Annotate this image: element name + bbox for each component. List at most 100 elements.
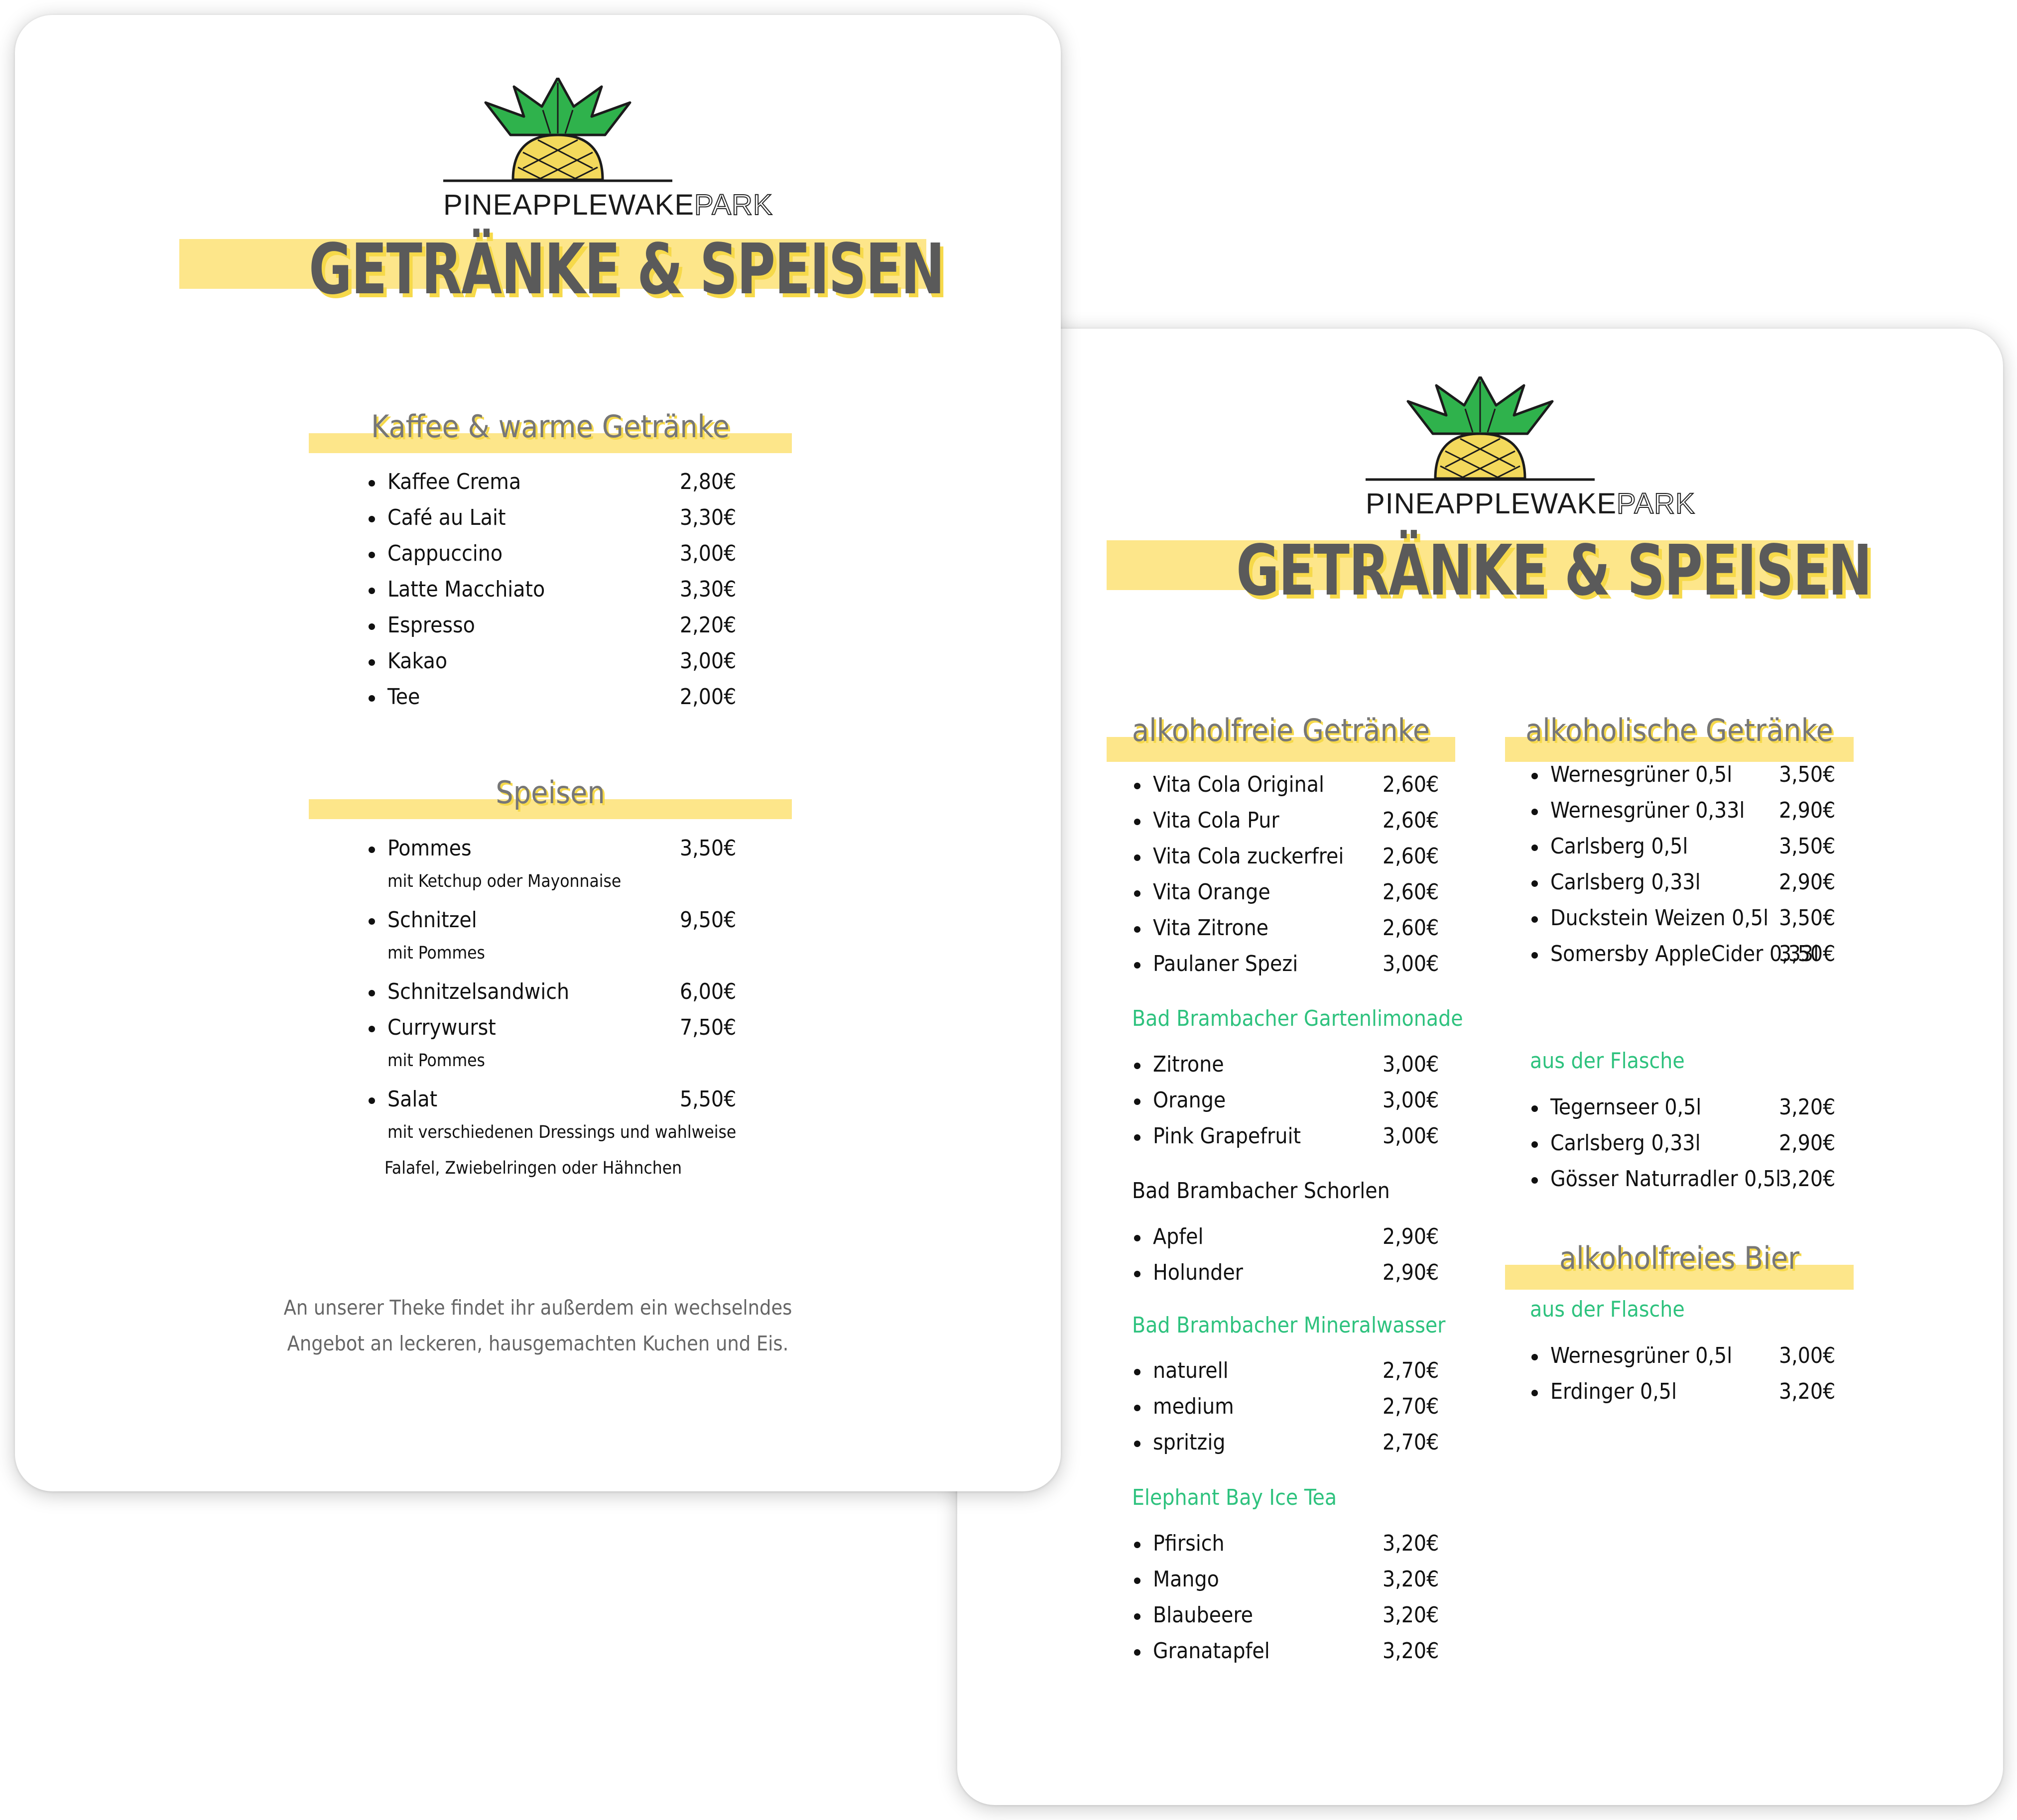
menu-item-name: medium — [1153, 1394, 1234, 1419]
bullet-icon — [1134, 890, 1140, 897]
menu-item-price: 2,70€ — [1383, 1394, 1439, 1419]
menu-item-price: 3,20€ — [1779, 1379, 1836, 1404]
menu-item-price: 3,00€ — [1383, 1052, 1439, 1077]
menu-item-price: 5,50€ — [680, 1087, 737, 1112]
bullet-icon — [1134, 1577, 1140, 1584]
bullet-icon — [1134, 1613, 1140, 1620]
menu-item-price: 7,50€ — [680, 1015, 737, 1040]
menu-item-price: 2,70€ — [1383, 1358, 1439, 1383]
menu-item-price: 3,00€ — [1383, 1123, 1439, 1149]
menu-item-price: 3,00€ — [1779, 1343, 1836, 1368]
menu-item-name: Duckstein Weizen 0,5l — [1550, 905, 1769, 931]
menu-item-name: Vita Orange — [1153, 879, 1270, 905]
menu-item-price: 3,50€ — [1779, 941, 1836, 967]
menu-item-name: Wernesgrüner 0,33l — [1550, 798, 1745, 823]
bullet-icon — [369, 990, 375, 996]
section-title: alkoholfreie Getränke — [1132, 712, 1430, 748]
bullet-icon — [1134, 1271, 1140, 1277]
bullet-icon — [1134, 1542, 1140, 1548]
menu-item-name: Paulaner Spezi — [1153, 951, 1298, 976]
subsection-title: Bad Brambacher Schorlen — [1132, 1178, 1390, 1204]
bullet-icon — [369, 659, 375, 666]
menu-item-price: 3,20€ — [1383, 1567, 1439, 1592]
menu-item-price: 2,20€ — [680, 612, 737, 638]
menu-item-note: mit Ketchup oder Mayonnaise — [387, 871, 622, 891]
menu-item-price: 2,60€ — [1383, 844, 1439, 869]
bullet-icon — [369, 552, 375, 558]
bullet-icon — [1134, 854, 1140, 861]
bullet-icon — [1531, 845, 1538, 851]
menu-item-name: Kakao — [387, 648, 448, 674]
menu-item-price: 2,90€ — [1779, 1130, 1836, 1156]
menu-item-price: 3,00€ — [680, 648, 737, 674]
footer-line: An unserer Theke findet ihr außerdem ein… — [283, 1296, 792, 1320]
bullet-icon — [1134, 1134, 1140, 1141]
bullet-icon — [1134, 1098, 1140, 1105]
section-title: Kaffee & warme Getränke — [371, 408, 730, 445]
logo: PINEAPPLEWAKEPARK — [443, 78, 773, 222]
menu-item-price: 2,70€ — [1383, 1430, 1439, 1455]
menu-item-name: Pommes — [387, 836, 472, 861]
pineapple-icon — [443, 78, 672, 185]
menu-item-price: 2,90€ — [1779, 869, 1836, 895]
menu-item-name: Erdinger 0,5l — [1550, 1379, 1677, 1404]
bullet-icon — [1531, 1390, 1538, 1396]
menu-item-price: 2,90€ — [1779, 798, 1836, 823]
menu-item-name: Tegernseer 0,5l — [1550, 1094, 1702, 1120]
subsection-title: aus der Flasche — [1530, 1297, 1685, 1322]
menu-item-name: Schnitzel — [387, 907, 477, 933]
subsection-title: aus der Flasche — [1530, 1048, 1685, 1074]
menu-item-name: naturell — [1153, 1358, 1229, 1383]
menu-item-note: Falafel, Zwiebelringen oder Hähnchen — [384, 1158, 682, 1178]
bullet-icon — [369, 847, 375, 853]
menu-item-name: Zitrone — [1153, 1052, 1224, 1077]
bullet-icon — [369, 623, 375, 630]
bullet-icon — [1134, 926, 1140, 933]
bullet-icon — [369, 1026, 375, 1032]
menu-item-name: Schnitzelsandwich — [387, 979, 570, 1004]
section-title: Speisen — [496, 774, 605, 811]
pineapple-icon — [1366, 376, 1595, 484]
page-title: GETRÄNKE & SPEISEN — [309, 229, 945, 310]
menu-item-name: Vita Zitrone — [1153, 915, 1269, 941]
menu-item-name: Carlsberg 0,33l — [1550, 1130, 1701, 1156]
menu-item-price: 3,00€ — [1383, 1088, 1439, 1113]
menu-item-note: mit verschiedenen Dressings und wahlweis… — [387, 1122, 737, 1142]
menu-item-price: 3,00€ — [680, 541, 737, 566]
menu-item-name: Orange — [1153, 1088, 1226, 1113]
menu-item-price: 2,60€ — [1383, 915, 1439, 941]
menu-item-note: mit Pommes — [387, 1051, 485, 1071]
logo: PINEAPPLEWAKEPARK — [1366, 376, 1695, 521]
bullet-icon — [369, 695, 375, 702]
bullet-icon — [1134, 1441, 1140, 1447]
menu-item-price: 2,90€ — [1383, 1260, 1439, 1285]
menu-item-name: Holunder — [1153, 1260, 1243, 1285]
menu-item-name: Pink Grapefruit — [1153, 1123, 1301, 1149]
menu-item-name: Vita Cola zuckerfrei — [1153, 844, 1344, 869]
menu-item-price: 3,30€ — [680, 505, 737, 530]
menu-item-name: Carlsberg 0,5l — [1550, 834, 1688, 859]
brand-name: PINEAPPLEWAKEPARK — [443, 188, 773, 222]
menu-item-name: Carlsberg 0,33l — [1550, 869, 1701, 895]
bullet-icon — [369, 918, 375, 925]
bullet-icon — [1531, 1141, 1538, 1148]
menu-item-price: 2,60€ — [1383, 772, 1439, 797]
menu-item-price: 3,50€ — [1779, 905, 1836, 931]
page-title: GETRÄNKE & SPEISEN — [1236, 530, 1872, 611]
menu-item-price: 3,20€ — [1383, 1602, 1439, 1628]
menu-item-name: Pfirsich — [1153, 1531, 1225, 1556]
menu-item-name: spritzig — [1153, 1430, 1226, 1455]
menu-item-price: 2,00€ — [680, 684, 737, 710]
menu-item-price: 2,80€ — [680, 469, 737, 494]
menu-item-name: Blaubeere — [1153, 1602, 1254, 1628]
bullet-icon — [1531, 1177, 1538, 1184]
menu-item-price: 3,50€ — [680, 836, 737, 861]
menu-item-price: 3,30€ — [680, 577, 737, 602]
menu-item-price: 3,20€ — [1779, 1094, 1836, 1120]
bullet-icon — [369, 516, 375, 522]
menu-item-name: Currywurst — [387, 1015, 496, 1040]
bullet-icon — [369, 1097, 375, 1104]
menu-item-price: 9,50€ — [680, 907, 737, 933]
bullet-icon — [369, 480, 375, 486]
menu-item-name: Gösser Naturradler 0,5l — [1550, 1166, 1781, 1192]
